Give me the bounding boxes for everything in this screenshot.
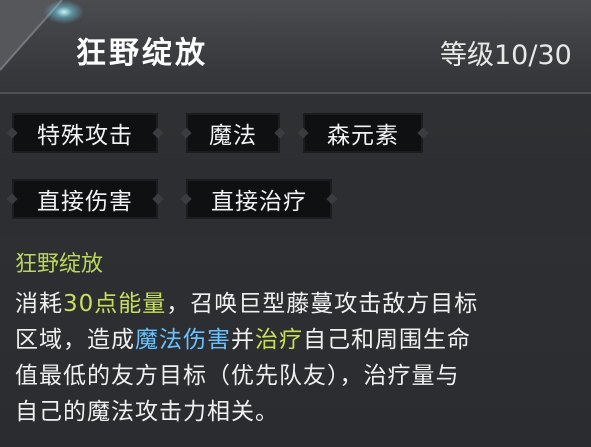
sparkle-glow (44, 0, 84, 24)
skill-header: 狂野绽放 等级10/30 (0, 0, 591, 93)
description-line-3: 值最低的友方目标（优先队友），治疗量与 (15, 363, 460, 389)
heal-keyword: 治疗 (255, 327, 303, 353)
skill-name: 狂野绽放 (76, 36, 208, 71)
description-line-4: 自己的魔法攻击力相关。 (15, 399, 279, 425)
tag-direct-heal: 直接治疗 (180, 179, 338, 219)
tag-label: 直接伤害 (37, 189, 133, 215)
magic-damage-keyword: 魔法伤害 (135, 327, 231, 353)
tag-label: 森元素 (327, 123, 399, 149)
tag-forest-element: 森元素 (297, 113, 429, 153)
tag-magic: 魔法 (180, 113, 286, 153)
tag-label: 魔法 (209, 123, 257, 149)
skill-level: 等级10/30 (440, 40, 572, 71)
tag-label: 直接治疗 (211, 189, 307, 215)
header-divider (0, 92, 591, 94)
tag-label: 特殊攻击 (37, 123, 133, 149)
tag-special-attack: 特殊攻击 (6, 113, 164, 153)
energy-cost: 30点能量 (63, 291, 167, 317)
tag-direct-damage: 直接伤害 (6, 179, 164, 219)
description-line-2: 区域，造成魔法伤害并治疗自己和周围生命 (15, 327, 471, 353)
description-line-1: 消耗30点能量，召唤巨型藤蔓攻击敌方目标 (15, 291, 479, 317)
skill-detail-panel: 狂野绽放 等级10/30 特殊攻击 魔法 森元素 直接伤害 直接治疗 狂野绽放 … (0, 0, 591, 447)
description-title: 狂野绽放 (15, 252, 104, 277)
